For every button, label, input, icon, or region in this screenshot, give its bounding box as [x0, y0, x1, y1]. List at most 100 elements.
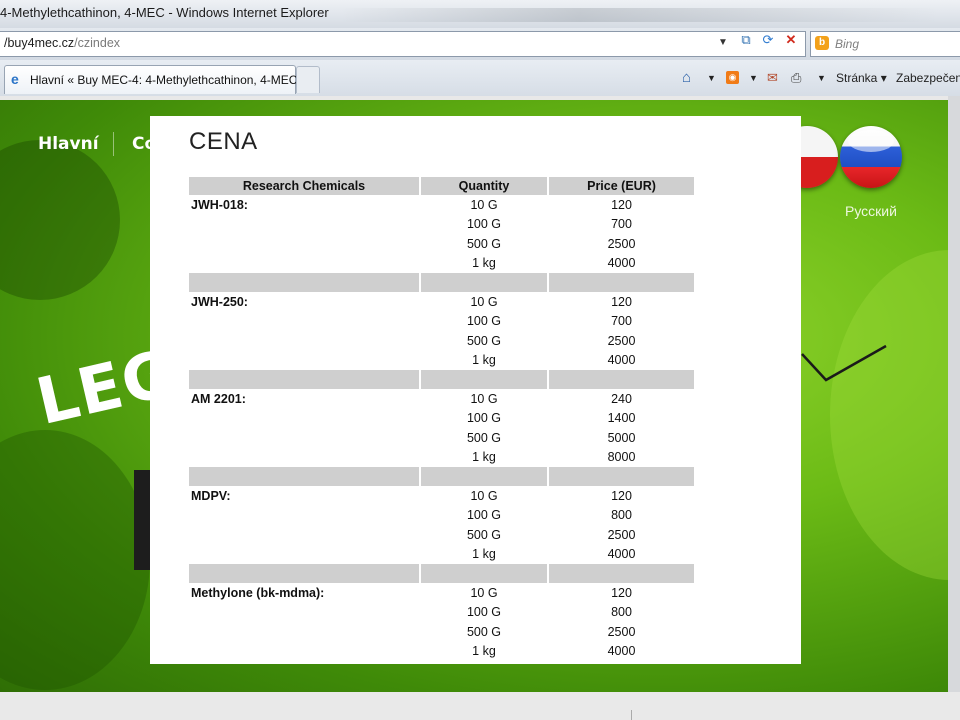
- price-cell: 700: [611, 217, 632, 232]
- separator-cell: [421, 370, 547, 389]
- search-placeholder: Bing: [835, 37, 860, 51]
- quantity-cell: 500 G: [466, 236, 502, 251]
- mail-icon[interactable]: ✉: [767, 69, 778, 87]
- price-cell: 120: [611, 585, 632, 600]
- price-cell: 5000: [607, 430, 636, 445]
- table-row: 500 G 5000: [189, 428, 694, 448]
- address-bar[interactable]: /buy4mec.cz/czindex ▼: [0, 31, 806, 57]
- table-row: 1 kg 4000: [189, 545, 694, 565]
- nav-item-hlavni[interactable]: Hlavní: [38, 134, 99, 154]
- separator-cell: [189, 273, 419, 292]
- table-row: 1 kg 4000: [189, 254, 694, 274]
- product-name: [189, 254, 419, 274]
- quantity-cell: 100 G: [466, 314, 502, 329]
- address-row: /buy4mec.cz/czindex ▼ ⧉ ⟳ ✕ b Bing: [0, 28, 960, 61]
- background-circle: [830, 250, 960, 580]
- quantity-cell: 10 G: [470, 197, 498, 212]
- tab-hlavni[interactable]: e Hlavní « Buy MEC-4: 4-Methylethcathino…: [4, 65, 297, 94]
- scrollbar-area[interactable]: [948, 96, 960, 720]
- background-circle: [0, 140, 120, 300]
- bing-icon: b: [815, 36, 829, 50]
- price-cell: 800: [611, 605, 632, 620]
- feeds-icon[interactable]: ◉: [726, 71, 739, 84]
- quantity-cell: 10 G: [470, 585, 498, 600]
- quantity-cell: 10 G: [470, 294, 498, 309]
- price-cell: 2500: [607, 527, 636, 542]
- price-cell: 8000: [607, 450, 636, 465]
- refresh-icon[interactable]: ⟳: [758, 31, 778, 49]
- language-russian-link[interactable]: Русский: [845, 203, 897, 219]
- table-header-row: Research Chemicals Quantity Price (EUR): [189, 177, 694, 195]
- quantity-cell: 100 G: [466, 217, 502, 232]
- quantity-cell: 1 kg: [472, 450, 496, 465]
- russian-flag-button[interactable]: [840, 126, 902, 188]
- quantity-cell: 10 G: [470, 391, 498, 406]
- quantity-cell: 100 G: [466, 508, 502, 523]
- table-row: MDPV: 10 G 120: [189, 486, 694, 506]
- price-cell: 240: [611, 391, 632, 406]
- price-cell: 4000: [607, 644, 636, 659]
- price-cell: 2500: [607, 236, 636, 251]
- product-name: [189, 603, 419, 623]
- search-input[interactable]: b Bing: [810, 31, 960, 57]
- product-name: JWH-250:: [191, 294, 248, 309]
- table-row: 100 G 700: [189, 215, 694, 235]
- quantity-cell: 500 G: [466, 430, 502, 445]
- price-cell: 120: [611, 488, 632, 503]
- table-row: 500 G 2500: [189, 622, 694, 642]
- home-dropdown-icon[interactable]: ▼: [707, 69, 716, 87]
- quantity-cell: 500 G: [466, 527, 502, 542]
- print-icon[interactable]: ⎙: [791, 69, 801, 87]
- separator-cell: [189, 370, 419, 389]
- table-separator-row: [189, 370, 694, 389]
- product-name: MDPV:: [191, 488, 231, 503]
- quantity-cell: 100 G: [466, 411, 502, 426]
- stop-icon[interactable]: ✕: [781, 31, 801, 49]
- quantity-cell: 1 kg: [472, 644, 496, 659]
- safety-menu[interactable]: Zabezpečení: [896, 69, 960, 87]
- product-name: [189, 312, 419, 332]
- table-row: AM 2201: 10 G 240: [189, 389, 694, 409]
- price-cell: 4000: [607, 353, 636, 368]
- price-cell: 4000: [607, 547, 636, 562]
- status-divider: [631, 710, 632, 720]
- table-row: JWH-018: 10 G 120: [189, 195, 694, 215]
- product-name: [189, 331, 419, 351]
- table-row: 500 G 2500: [189, 331, 694, 351]
- quantity-cell: 10 G: [470, 488, 498, 503]
- separator-cell: [421, 467, 547, 486]
- popup-title: CENA: [189, 128, 258, 155]
- price-cell: 120: [611, 294, 632, 309]
- product-name: [189, 525, 419, 545]
- ie-icon: e: [11, 71, 19, 87]
- new-tab-button[interactable]: [296, 66, 320, 93]
- price-cell: 800: [611, 508, 632, 523]
- quantity-cell: 1 kg: [472, 256, 496, 271]
- feeds-dropdown-icon[interactable]: ▼: [749, 69, 758, 87]
- page-menu[interactable]: Stránka ▾: [836, 69, 887, 87]
- column-header: Quantity: [421, 177, 547, 195]
- product-name: [189, 448, 419, 468]
- price-cell: 4000: [607, 256, 636, 271]
- compatibility-view-icon[interactable]: ⧉: [736, 31, 756, 49]
- separator-cell: [549, 564, 694, 583]
- separator-cell: [421, 564, 547, 583]
- product-name: AM 2201:: [191, 391, 246, 406]
- table-row: 500 G 2500: [189, 525, 694, 545]
- home-icon[interactable]: ⌂: [682, 69, 691, 87]
- table-row: 100 G 1400: [189, 409, 694, 429]
- table-separator-row: [189, 273, 694, 292]
- table-separator-row: [189, 564, 694, 583]
- address-url[interactable]: /buy4mec.cz/czindex: [4, 36, 120, 50]
- address-dropdown-icon[interactable]: ▼: [718, 37, 728, 48]
- price-cell: 120: [611, 197, 632, 212]
- product-name: [189, 234, 419, 254]
- price-table-body: JWH-018: 10 G 120 100 G 700 500 G 2500 1 kg 4000…: [189, 195, 694, 661]
- price-table: Research Chemicals Quantity Price (EUR) …: [187, 177, 696, 661]
- price-cell: 700: [611, 314, 632, 329]
- status-bar: [0, 692, 960, 720]
- price-cell: 2500: [607, 624, 636, 639]
- price-cell: 2500: [607, 333, 636, 348]
- separator-cell: [421, 273, 547, 292]
- print-dropdown-icon[interactable]: ▼: [817, 69, 826, 87]
